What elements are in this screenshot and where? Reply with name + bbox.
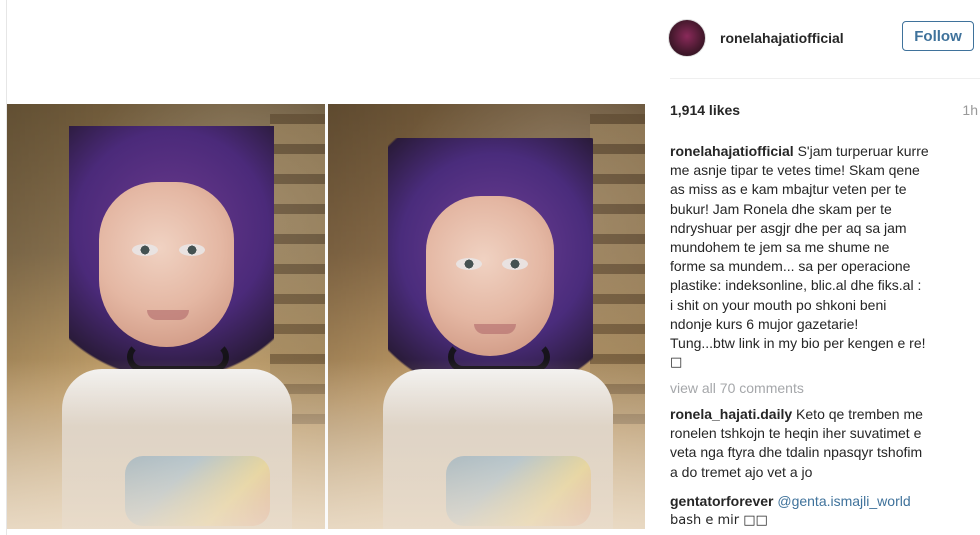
comment-line: ronelen tshkojn te heqin iher suvatimet … [670, 425, 922, 442]
post-caption: ronelahajatiofficial S'jam turperuar kur… [670, 142, 970, 372]
caption-emoji: □ [670, 355, 683, 371]
avatar[interactable] [668, 19, 706, 57]
photo-right[interactable] [327, 104, 645, 529]
comment-line-1: gentatorforever @genta.ismajli_world [670, 492, 970, 511]
caption-username[interactable]: ronelahajatiofficial [670, 143, 794, 159]
couch [327, 359, 645, 529]
couch [7, 359, 325, 529]
comment-username[interactable]: gentatorforever [670, 493, 773, 509]
comment: gentatorforever @genta.ismajli_world bas… [670, 492, 970, 530]
eye-right [179, 244, 205, 256]
caption-line: mundohem te jem sa me shume ne [670, 239, 890, 256]
view-all-comments[interactable]: view all 70 comments [670, 380, 804, 396]
post-time[interactable]: 1h [962, 102, 978, 118]
caption-text: S'jam turperuar kurre [793, 143, 929, 159]
caption-line: ndonje kurs 6 mujor gazetarie! [670, 315, 859, 332]
caption-line: i shit on your mouth po shkoni beni [670, 296, 887, 313]
eye-left [455, 258, 482, 270]
photo-left[interactable] [7, 104, 325, 529]
face [99, 182, 234, 347]
comment-line: a do tremet ajo vet a jo [670, 463, 813, 480]
mouth [147, 310, 189, 320]
comment: ronela_hajati.daily Keto qe tremben me r… [670, 405, 970, 482]
comment-text: Keto qe tremben me [792, 406, 923, 422]
caption-line: forme sa mundem... sa per operacione [670, 258, 911, 275]
follow-button[interactable]: Follow [902, 21, 974, 51]
comment-line-1: ronela_hajati.daily Keto qe tremben me [670, 405, 970, 424]
eye-right [501, 258, 528, 270]
post-media[interactable] [7, 104, 645, 529]
caption-line: Tung...btw link in my bio per kengen e r… [670, 335, 926, 352]
likes-count[interactable]: 1,914 likes [670, 102, 740, 118]
caption-line: me asnje tipar te vetes time! Skam qene [670, 162, 920, 179]
likes-row: 1,914 likes 1h [670, 102, 980, 120]
mouth [473, 324, 516, 334]
comment-line: bash e mir □□ [670, 513, 768, 529]
post-header: ronelahajatiofficial Follow [668, 18, 980, 58]
header-divider [670, 78, 980, 79]
caption-line: plastike: indeksonline, blic.al dhe fiks… [670, 277, 922, 294]
comment-username[interactable]: ronela_hajati.daily [670, 406, 792, 422]
caption-line: bukur! Jam Ronela dhe skam per te [670, 200, 892, 217]
caption-line: as miss as e kam mbajtur veten per te [670, 181, 907, 198]
caption-line: ndryshuar per asgjr dhe per aq sa jam [670, 219, 907, 236]
post-username[interactable]: ronelahajatiofficial [720, 30, 844, 46]
caption-line-1: ronelahajatiofficial S'jam turperuar kur… [670, 142, 970, 161]
comment-mention[interactable]: @genta.ismajli_world [773, 493, 910, 509]
comment-line: veta nga ftyra dhe tdalin npasqyr tshofi… [670, 444, 923, 461]
eye-left [132, 244, 158, 256]
face [425, 196, 554, 356]
